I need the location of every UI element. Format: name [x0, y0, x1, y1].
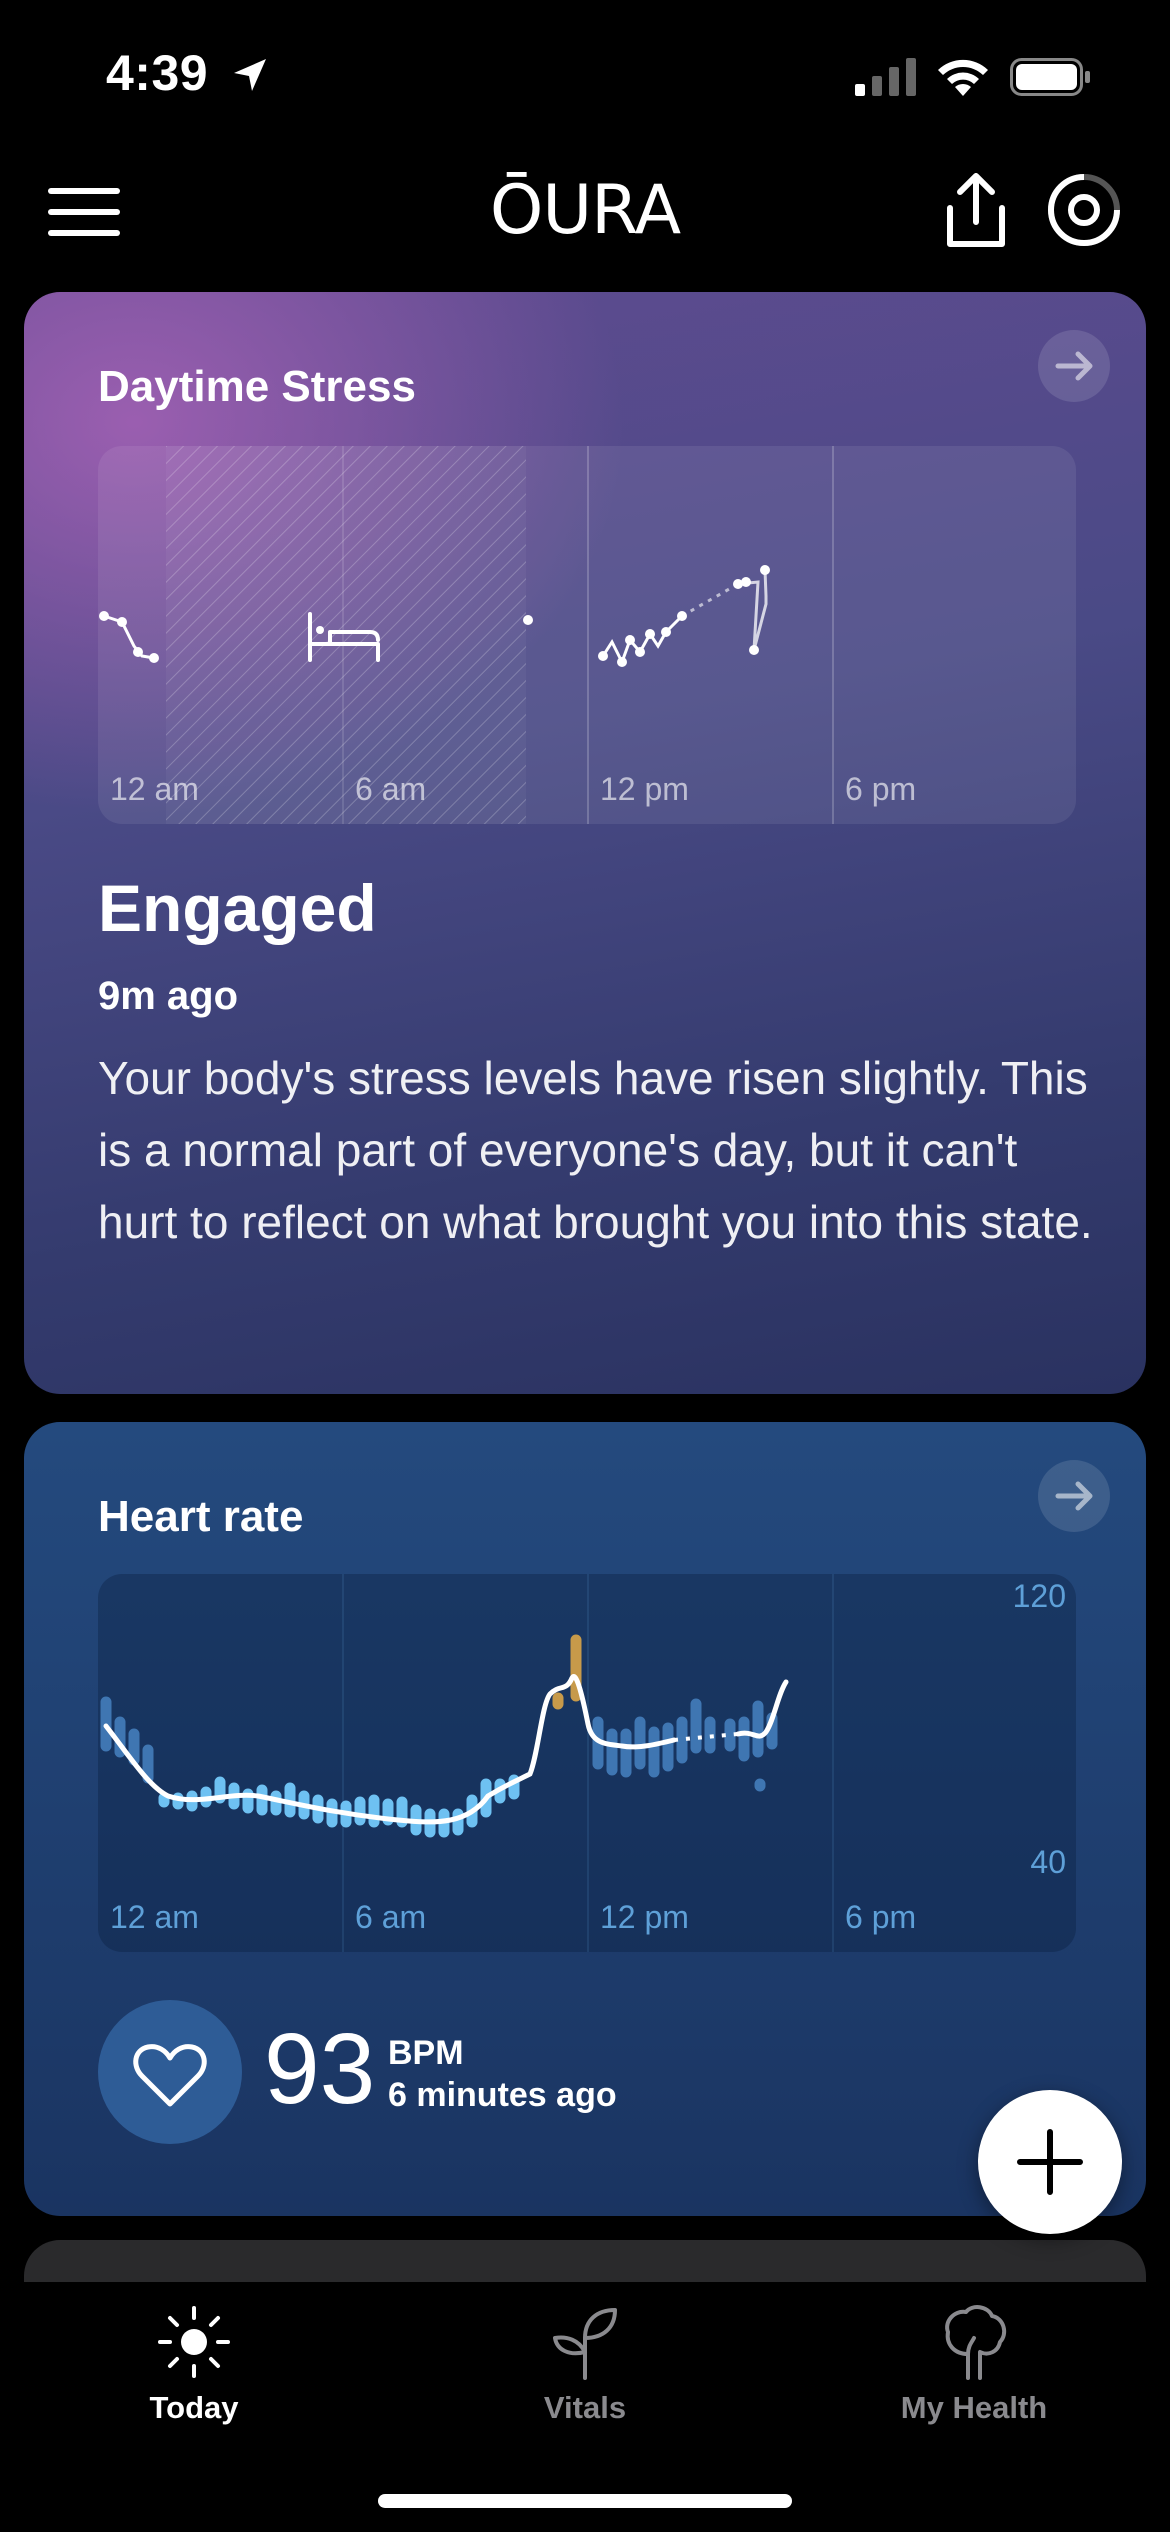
hr-tick-12pm: 12 pm	[600, 1899, 689, 1935]
sun-icon	[158, 2306, 230, 2378]
stress-tick-6pm: 6 pm	[845, 771, 917, 807]
battery-icon	[1010, 58, 1090, 96]
hr-tick-6am: 6 am	[355, 1899, 427, 1935]
share-icon[interactable]	[940, 170, 1012, 250]
tab-vitals-label: Vitals	[543, 2390, 627, 2425]
location-arrow-icon	[234, 59, 266, 91]
heart-badge	[98, 2000, 242, 2144]
heart-rate-unit: BPM	[388, 2034, 464, 2072]
tab-today-label: Today	[149, 2390, 239, 2425]
tab-my-health-label: My Health	[900, 2390, 1048, 2425]
heart-rate-value: 93	[264, 2013, 376, 2125]
tree-icon	[945, 2305, 1007, 2380]
bottom-tab-bar: Today Vitals My Health	[0, 2282, 1170, 2532]
add-button[interactable]	[978, 2090, 1122, 2234]
stress-tick-12pm: 12 pm	[600, 771, 689, 807]
plus-icon	[1017, 2129, 1083, 2195]
tab-my-health[interactable]: My Health	[824, 2302, 1124, 2442]
stress-chart: 12 am 6 am 12 pm 6 pm	[98, 446, 1076, 824]
stress-chart-plot	[99, 446, 834, 824]
status-bar: 4:39	[0, 0, 1170, 150]
hr-tick-6pm: 6 pm	[845, 1899, 917, 1935]
heart-rate-plot	[100, 1574, 834, 1952]
heart-rate-chart: 120 40 12 am 6 am 12 pm 6 pm	[98, 1574, 1076, 1952]
tab-vitals[interactable]: Vitals	[435, 2302, 735, 2442]
hr-y-min: 40	[1030, 1844, 1066, 1880]
stress-state: Engaged	[98, 871, 377, 945]
status-time: 4:39	[106, 45, 209, 101]
wifi-icon	[938, 59, 988, 96]
heart-icon	[133, 2044, 207, 2107]
stress-description: Your body's stress levels have risen sli…	[98, 1052, 1093, 1248]
ring-status-icon[interactable]	[1046, 172, 1122, 248]
arrow-right-icon[interactable]	[1038, 330, 1110, 402]
stress-tick-6am: 6 am	[355, 771, 427, 807]
home-indicator	[378, 2494, 792, 2508]
cellular-signal-icon	[855, 58, 916, 96]
hr-tick-12am: 12 am	[110, 1899, 199, 1935]
heart-rate-title: Heart rate	[98, 1492, 304, 1541]
stress-card-title: Daytime Stress	[98, 362, 416, 411]
arrow-right-icon[interactable]	[1038, 1460, 1110, 1532]
hr-y-max: 120	[1012, 1578, 1066, 1614]
stress-tick-12am: 12 am	[110, 771, 199, 807]
sprout-icon	[553, 2308, 617, 2380]
daytime-stress-card[interactable]: Daytime Stress 12 am 6 am 12 pm 6 pm Eng…	[24, 292, 1146, 1394]
stress-time-ago: 9m ago	[98, 974, 239, 1018]
tab-today[interactable]: Today	[44, 2302, 344, 2442]
heart-rate-time-ago: 6 minutes ago	[388, 2076, 617, 2114]
app-header: ŌURA	[0, 160, 1170, 280]
